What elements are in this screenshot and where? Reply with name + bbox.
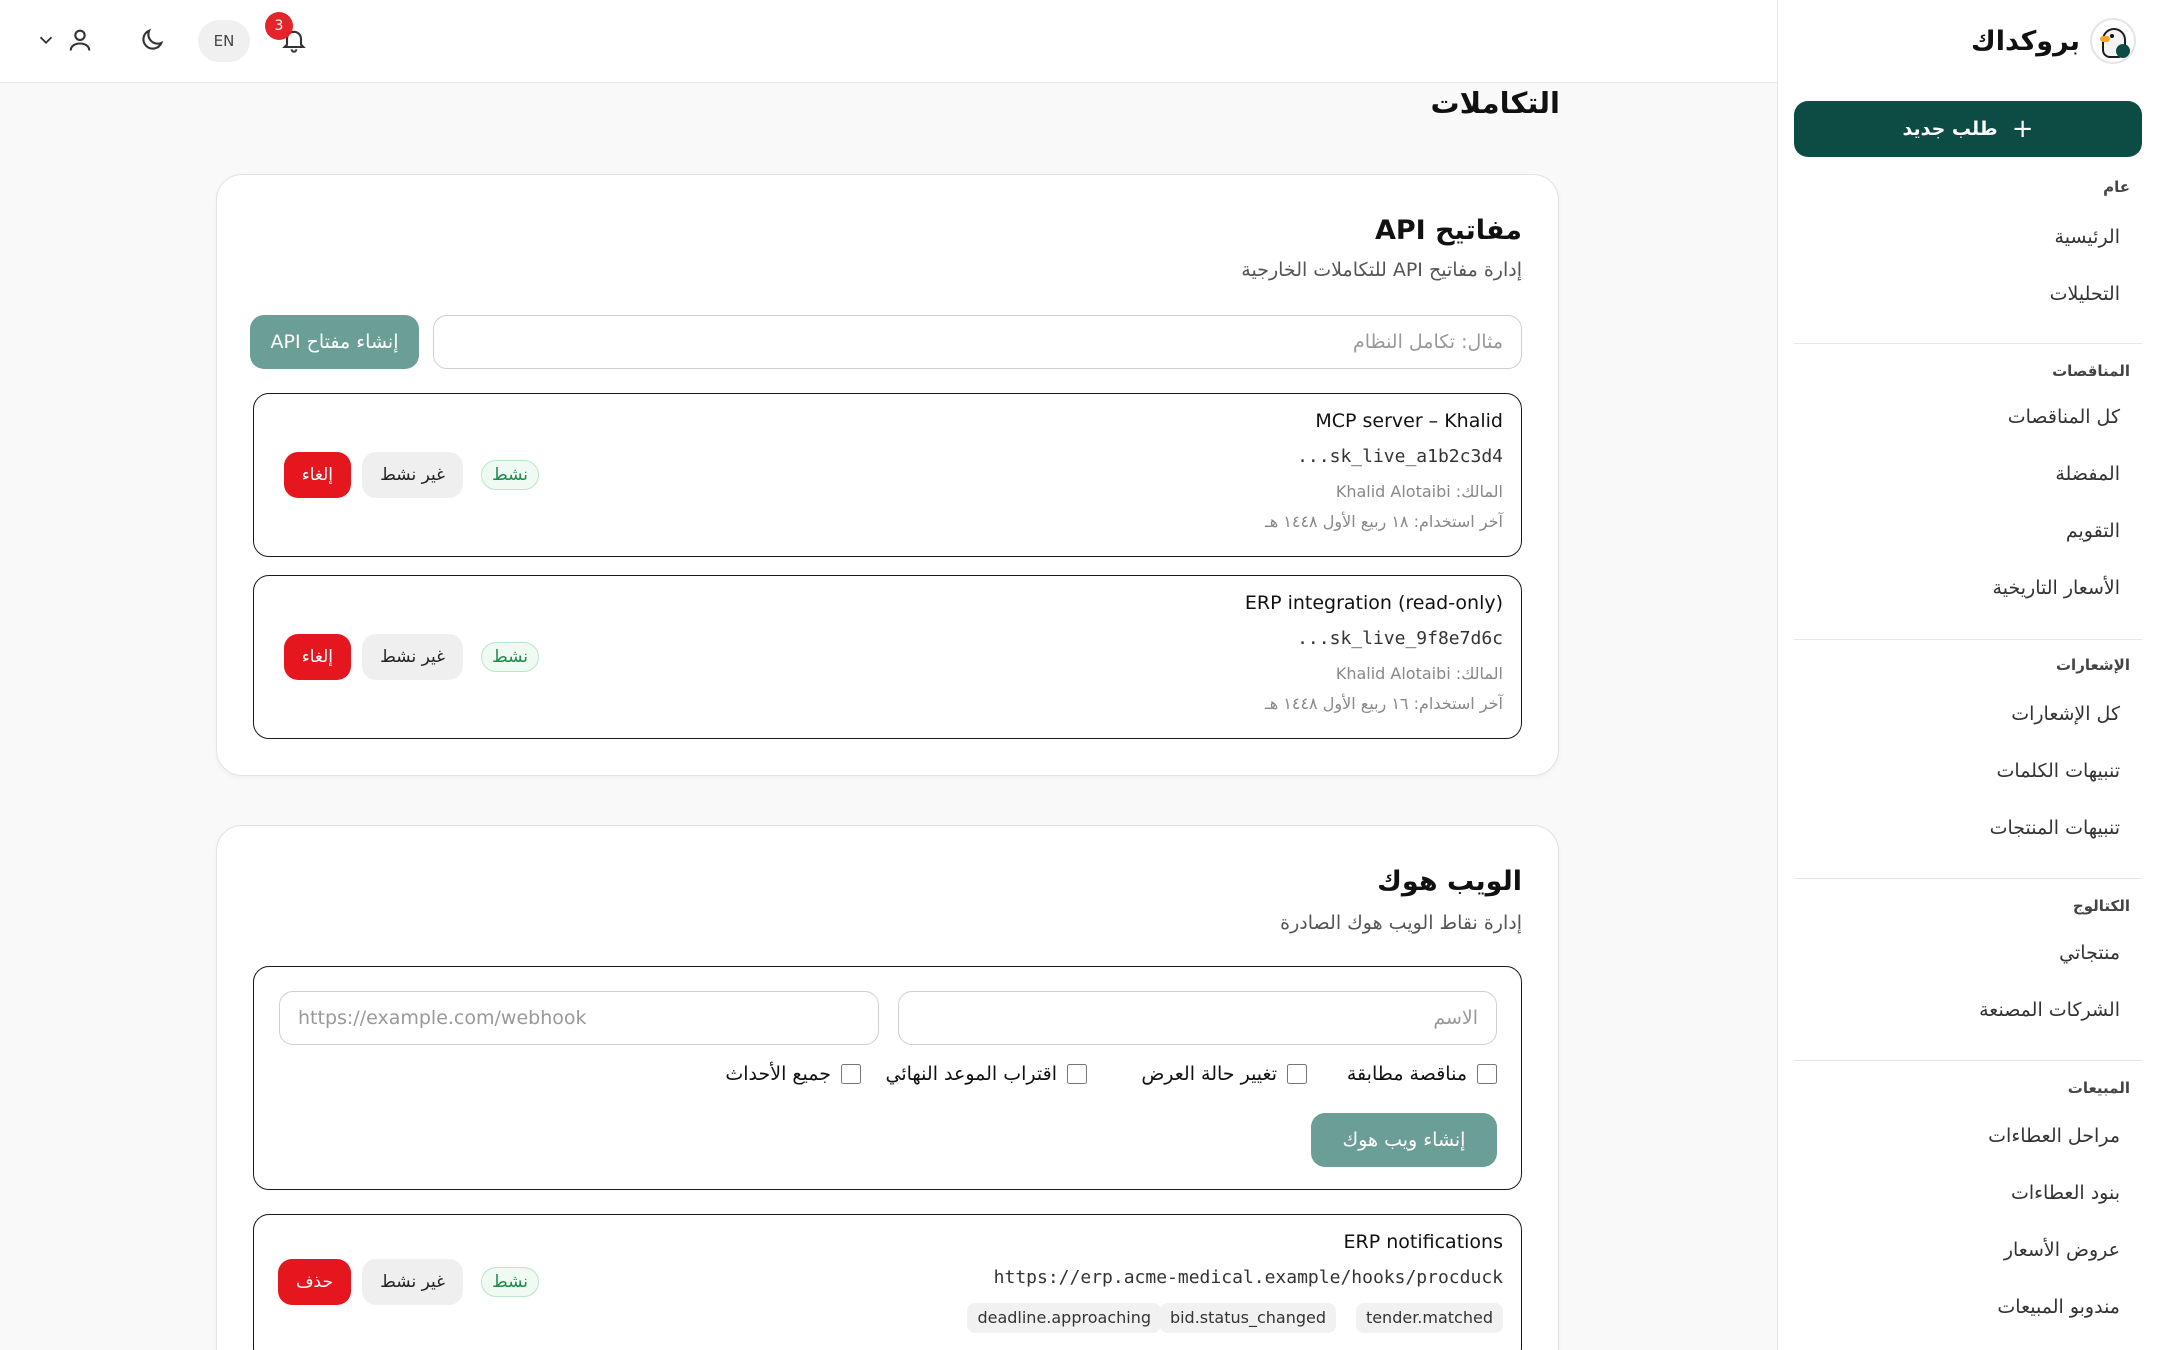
user-icon[interactable] — [62, 22, 98, 58]
checkbox-label: جميع الأحداث — [725, 1063, 831, 1085]
webhooks-title: الويب هوك — [1377, 866, 1522, 897]
webhook-create-form: مناقصة مطابقة تغيير حالة العرض اقتراب ال… — [253, 966, 1522, 1190]
event-checkbox-tender-matched[interactable]: مناقصة مطابقة — [1347, 1063, 1497, 1085]
status-badge: نشط — [480, 460, 539, 490]
sidebar-heading-general: عام — [2103, 178, 2130, 196]
revoke-button[interactable]: إلغاء — [283, 634, 351, 680]
event-checkbox-all-events[interactable]: جميع الأحداث — [725, 1063, 861, 1085]
webhook-name: ERP notifications — [1343, 1231, 1503, 1253]
api-keys-card: مفاتيح API إدارة مفاتيح API للتكاملات ال… — [216, 174, 1559, 776]
sidebar-item-calendar[interactable]: التقويم — [2066, 520, 2120, 542]
event-checkbox-deadline-approaching[interactable]: اقتراب الموعد النهائي — [886, 1063, 1087, 1085]
checkbox[interactable] — [1067, 1064, 1087, 1084]
sidebar-divider — [1794, 343, 2142, 344]
deactivate-button[interactable]: غير نشط — [362, 634, 463, 680]
sidebar-item-my-products[interactable]: منتجاتي — [2059, 942, 2120, 964]
webhooks-subtitle: إدارة نقاط الويب هوك الصادرة — [1280, 912, 1522, 934]
delete-webhook-button[interactable]: حذف — [277, 1259, 351, 1305]
sidebar-item-favorites[interactable]: المفضلة — [2055, 463, 2120, 485]
sidebar-item-manufacturers[interactable]: الشركات المصنعة — [1979, 999, 2120, 1021]
sidebar-item-bid-items[interactable]: بنود العطاءات — [2011, 1182, 2120, 1204]
brand[interactable]: بروكداك — [1971, 18, 2136, 64]
api-key-value: ...sk_live_a1b2c3d4 — [1297, 446, 1503, 467]
sidebar-item-analytics[interactable]: التحليلات — [2050, 283, 2120, 305]
api-key-value: ...sk_live_9f8e7d6c — [1297, 628, 1503, 649]
sidebar-divider — [1794, 1060, 2142, 1061]
event-tag: tender.matched — [1355, 1303, 1503, 1333]
create-api-key-button[interactable]: إنشاء مفتاح API — [250, 315, 419, 369]
sidebar-item-historical-prices[interactable]: الأسعار التاريخية — [1993, 577, 2120, 599]
sidebar-heading-sales: المبيعات — [2067, 1079, 2130, 1097]
status-badge: نشط — [480, 642, 539, 672]
revoke-button[interactable]: إلغاء — [283, 452, 351, 498]
deactivate-button[interactable]: غير نشط — [362, 1259, 463, 1305]
deactivate-button[interactable]: غير نشط — [362, 452, 463, 498]
api-key-owner: المالك: Khalid Alotaibi — [1335, 664, 1503, 683]
sidebar-item-all-tenders[interactable]: كل المناقصات — [2008, 406, 2120, 428]
event-checkbox-bid-status-changed[interactable]: تغيير حالة العرض — [1141, 1063, 1307, 1085]
sidebar-item-home[interactable]: الرئيسية — [2055, 226, 2120, 248]
sidebar-item-bid-stages[interactable]: مراحل العطاءات — [1988, 1125, 2120, 1147]
api-key-item: ERP integration (read-only) ...sk_live_9… — [253, 575, 1522, 739]
sidebar: بروكداك + طلب جديد عام الرئيسية التحليلا… — [1777, 0, 2160, 1350]
event-tag: deadline.approaching — [967, 1303, 1161, 1333]
notification-count-badge: 3 — [265, 12, 293, 40]
language-toggle-button[interactable]: EN — [198, 20, 250, 62]
status-badge: نشط — [480, 1267, 539, 1297]
plus-icon: + — [2011, 114, 2034, 144]
webhook-item: ERP notifications https://erp.acme-medic… — [253, 1214, 1522, 1350]
moon-icon[interactable] — [134, 22, 170, 58]
api-key-item: MCP server – Khalid ...sk_live_a1b2c3d4 … — [253, 393, 1522, 557]
api-key-owner: المالك: Khalid Alotaibi — [1335, 482, 1503, 501]
sidebar-divider — [1794, 878, 2142, 879]
sidebar-item-keyword-alerts[interactable]: تنبيهات الكلمات — [1997, 760, 2120, 782]
brand-name: بروكداك — [1970, 25, 2080, 57]
chevron-down-icon[interactable] — [28, 22, 64, 58]
checkbox-label: مناقصة مطابقة — [1346, 1063, 1467, 1085]
api-key-last-used: آخر استخدام: ١٨ ربيع الأول ١٤٤٨ هـ — [1265, 512, 1503, 531]
duck-logo-icon — [2090, 18, 2136, 64]
webhook-url-input[interactable] — [279, 991, 879, 1045]
webhook-name-input[interactable] — [898, 991, 1497, 1045]
new-request-button[interactable]: + طلب جديد — [1794, 101, 2142, 157]
api-key-last-used: آخر استخدام: ١٦ ربيع الأول ١٤٤٨ هـ — [1265, 694, 1503, 713]
create-webhook-button[interactable]: إنشاء ويب هوك — [1311, 1113, 1497, 1167]
api-key-name-input[interactable] — [433, 315, 1522, 369]
event-tag: bid.status_changed — [1159, 1303, 1336, 1333]
new-request-label: طلب جديد — [1902, 118, 1998, 140]
sidebar-item-quotations[interactable]: عروض الأسعار — [2004, 1239, 2120, 1261]
checkbox[interactable] — [1477, 1064, 1497, 1084]
page-title: التكاملات — [1430, 86, 1560, 120]
sidebar-item-all-notifications[interactable]: كل الإشعارات — [2011, 703, 2120, 725]
api-keys-title: مفاتيح API — [1374, 215, 1522, 246]
api-key-name: ERP integration (read-only) — [1244, 592, 1503, 614]
api-keys-subtitle: إدارة مفاتيح API للتكاملات الخارجية — [1241, 259, 1522, 281]
sidebar-item-product-alerts[interactable]: تنبيهات المنتجات — [1990, 817, 2120, 839]
webhook-url: https://erp.acme-medical.example/hooks/p… — [993, 1267, 1503, 1288]
checkbox[interactable] — [1287, 1064, 1307, 1084]
sidebar-heading-tenders: المناقصات — [2052, 362, 2130, 380]
checkbox[interactable] — [841, 1064, 861, 1084]
top-bar: EN 3 — [0, 0, 1777, 83]
api-key-name: MCP server – Khalid — [1315, 410, 1503, 432]
sidebar-heading-catalog: الكتالوج — [2072, 897, 2130, 915]
sidebar-heading-notifications: الإشعارات — [2055, 656, 2130, 674]
webhooks-card: الويب هوك إدارة نقاط الويب هوك الصادرة م… — [216, 825, 1559, 1350]
checkbox-label: تغيير حالة العرض — [1141, 1063, 1277, 1085]
sidebar-item-sales-reps[interactable]: مندوبو المبيعات — [1997, 1296, 2120, 1318]
sidebar-divider — [1794, 639, 2142, 640]
checkbox-label: اقتراب الموعد النهائي — [885, 1063, 1057, 1085]
